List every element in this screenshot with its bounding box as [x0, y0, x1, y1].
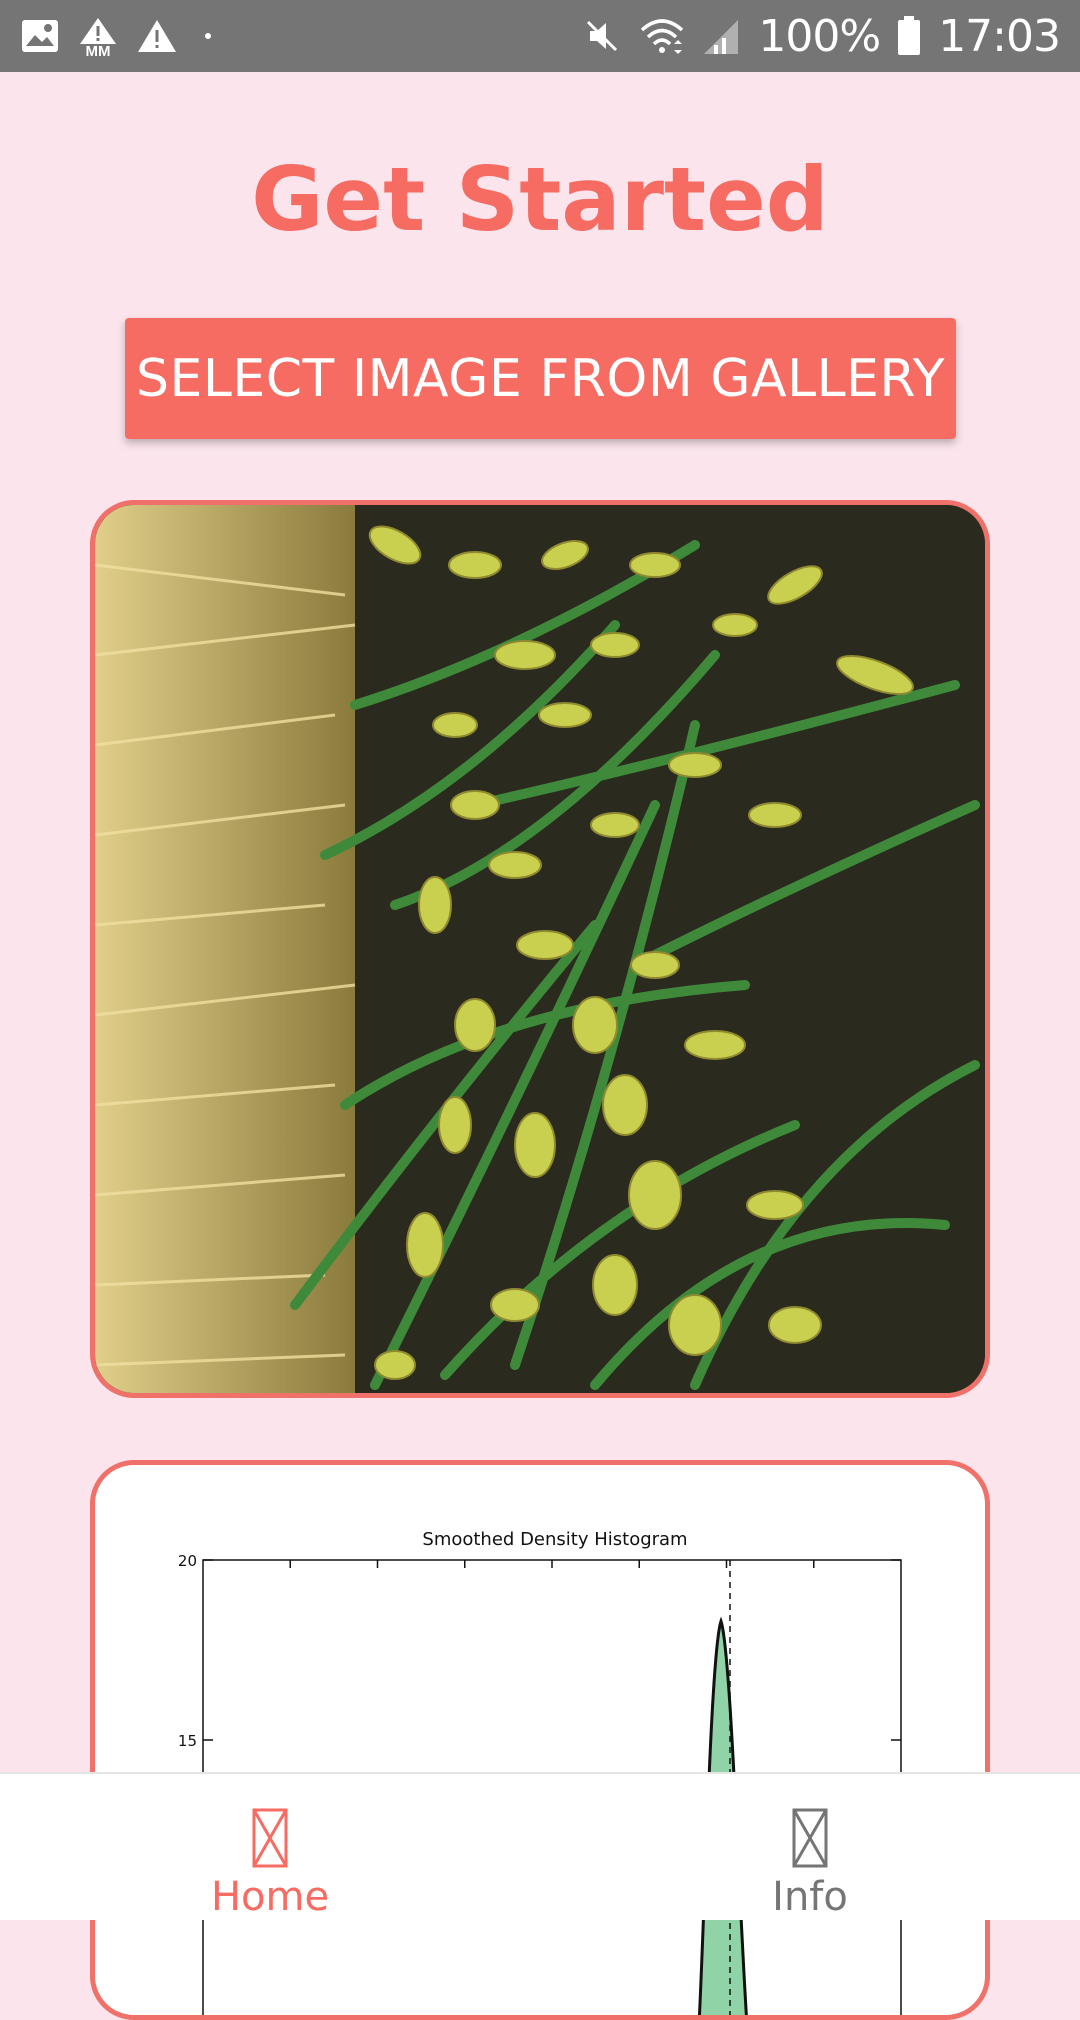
status-right: 100% 17:03 — [582, 10, 1061, 62]
mute-icon — [587, 20, 618, 52]
chart-card: Smoothed Density Histogram 20 15 — [90, 1460, 990, 2020]
clock: 17:03 — [938, 10, 1061, 62]
nav-info-label: Info — [772, 1874, 848, 1920]
info-icon — [792, 1808, 828, 1868]
mm-label: MM — [85, 43, 111, 60]
home-icon — [252, 1808, 288, 1868]
battery-percent: 100% — [758, 10, 881, 62]
dot-icon — [205, 33, 211, 39]
image-icon — [22, 20, 58, 52]
x-axis-ticks — [289, 1560, 815, 1568]
chart-title: Smoothed Density Histogram — [422, 1529, 687, 1550]
y-tick-label: 20 — [178, 1552, 197, 1570]
status-bar: MM 100% 17:03 — [0, 0, 1080, 72]
select-image-button[interactable]: SELECT IMAGE FROM GALLERY — [125, 318, 956, 439]
selected-image — [90, 500, 990, 1398]
bottom-navigation: Home Info — [0, 1772, 1080, 1920]
nav-home[interactable]: Home — [0, 1774, 540, 1920]
signal-icon — [704, 20, 739, 54]
y-axis-ticks: 2015 — [178, 1552, 901, 1750]
nav-home-label: Home — [210, 1874, 330, 1920]
status-left: MM — [20, 16, 220, 60]
warning-icon — [138, 20, 176, 52]
mm-warning-icon: MM — [78, 16, 118, 60]
y-tick-label: 15 — [178, 1732, 197, 1750]
wifi-icon — [641, 19, 684, 54]
nav-info[interactable]: Info — [540, 1774, 1080, 1920]
density-chart: Smoothed Density Histogram 2015 — [178, 1529, 902, 2015]
grass-photo — [95, 505, 985, 1393]
battery-icon — [898, 16, 921, 55]
page-title: Get Started — [251, 148, 829, 251]
